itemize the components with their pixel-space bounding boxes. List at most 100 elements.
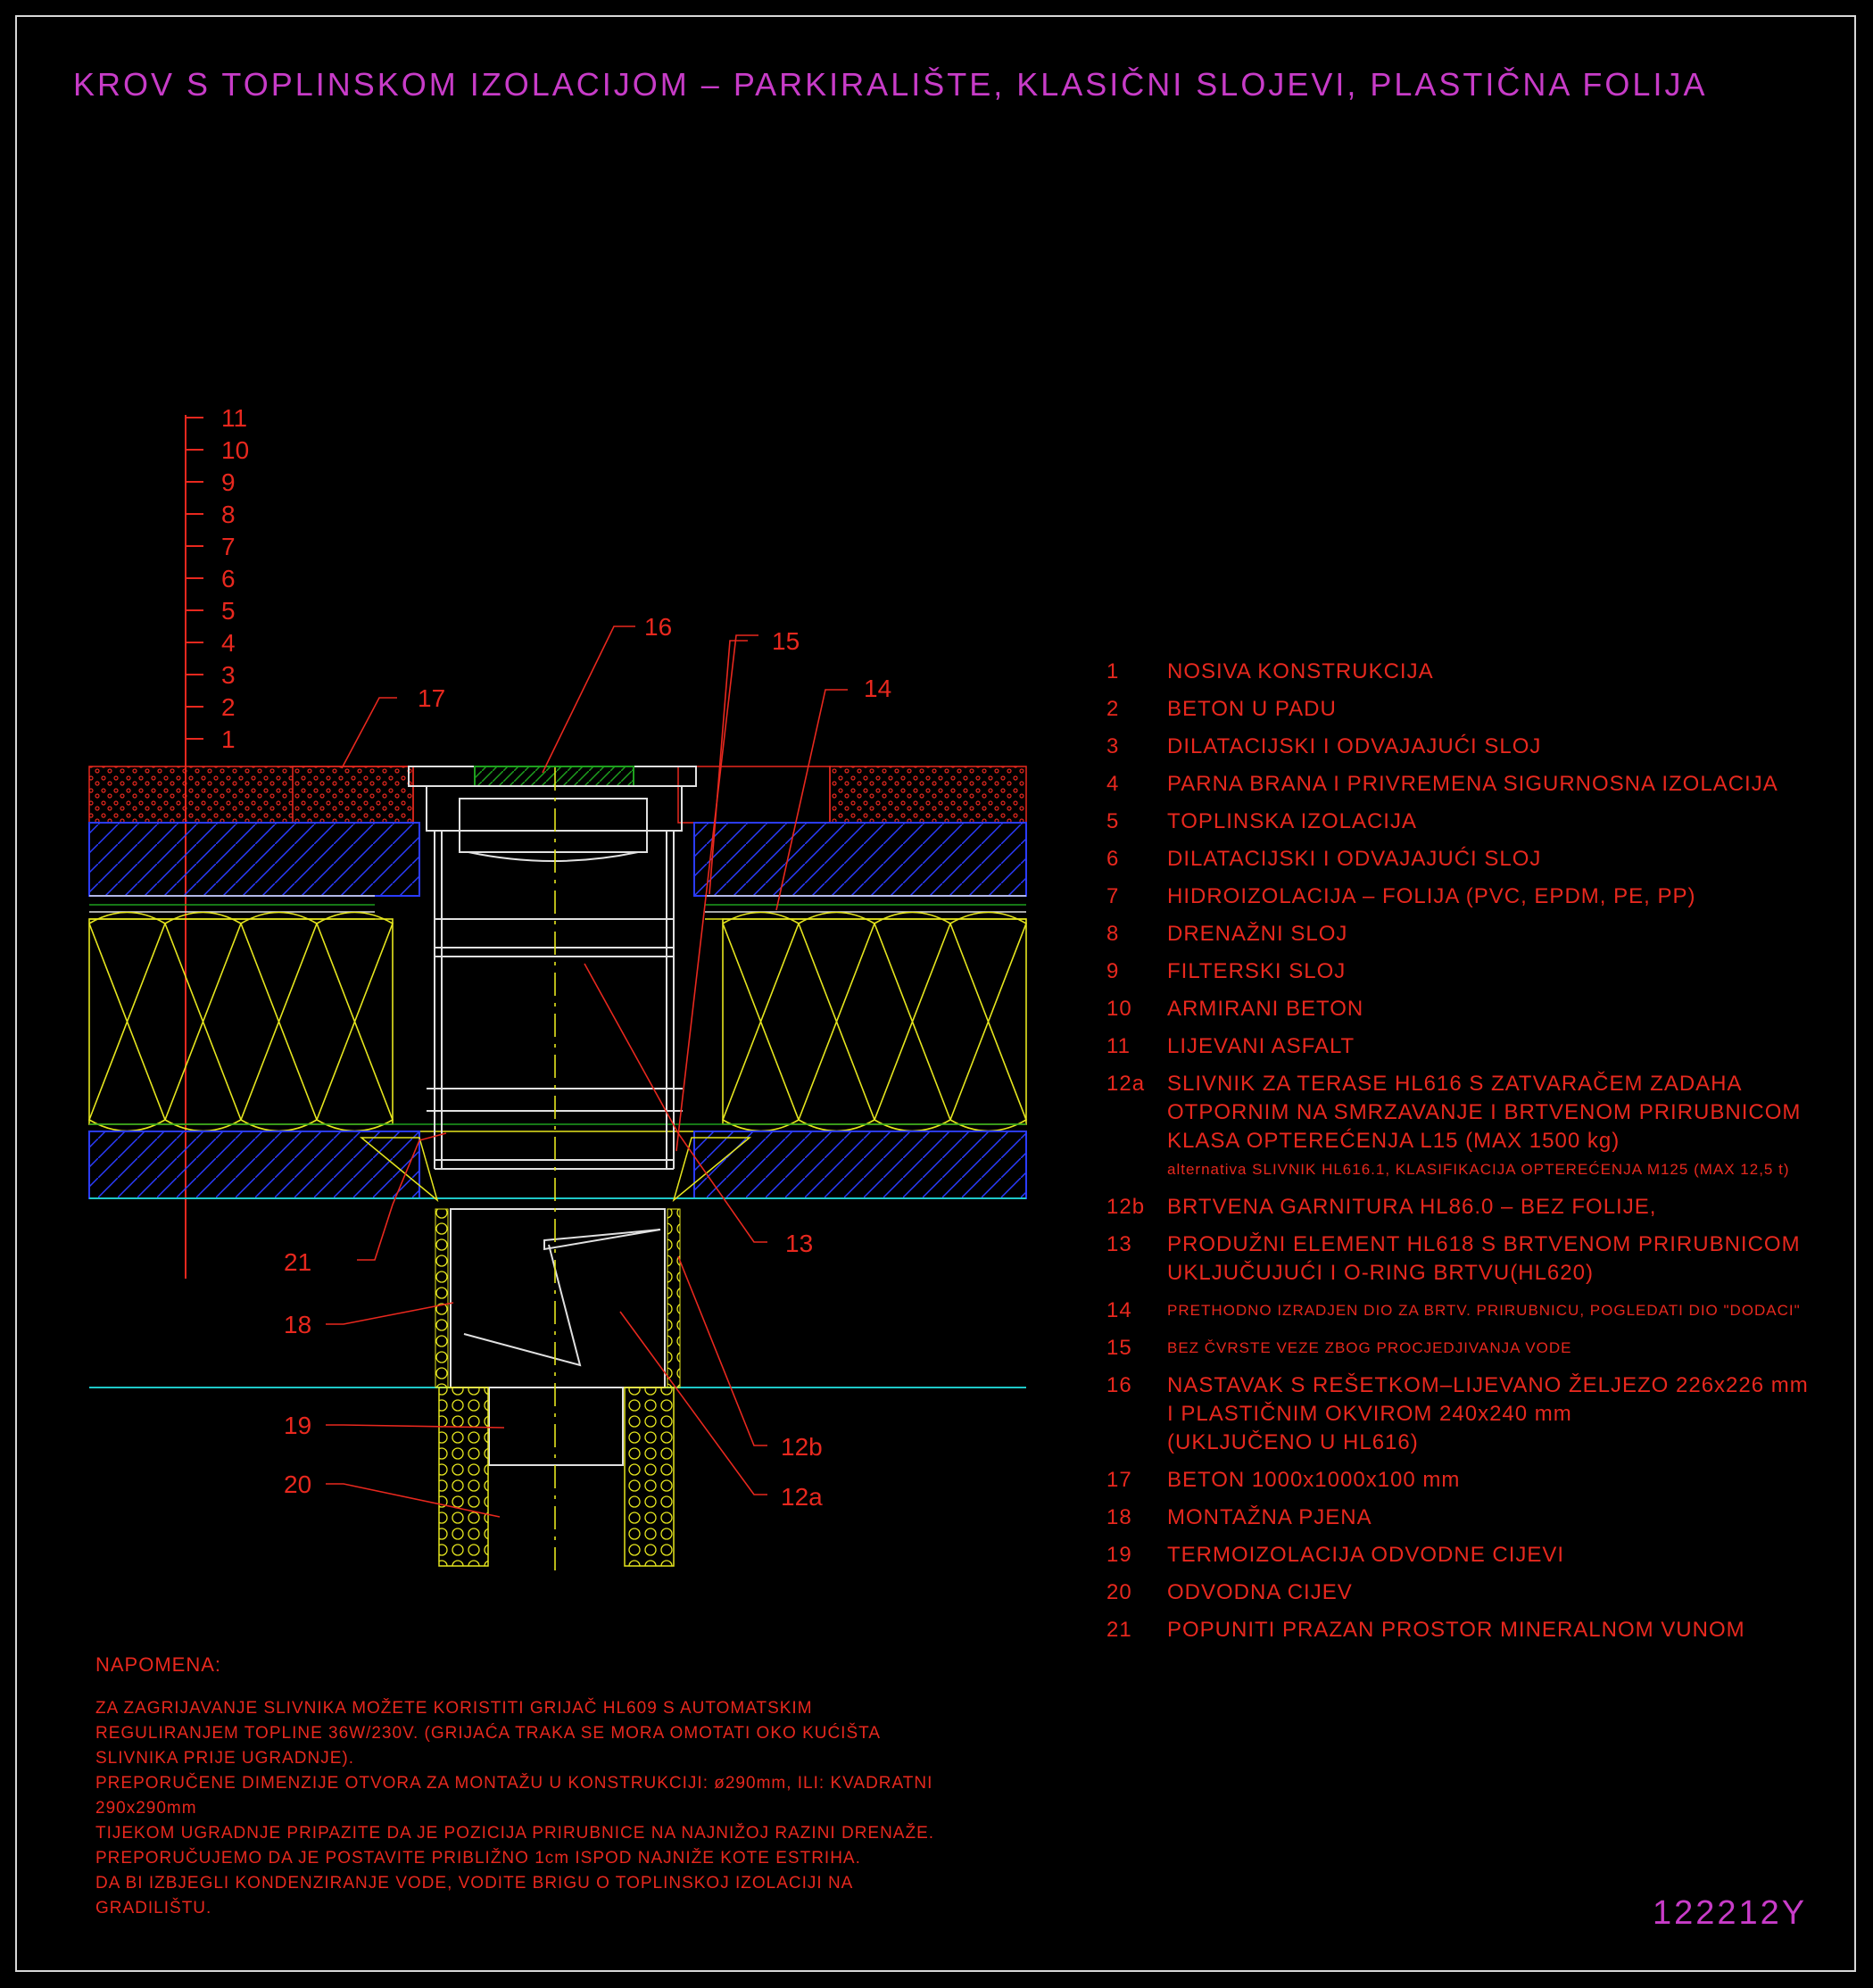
legend-row: 10 ARMIRANI BETON [1106, 996, 1856, 1023]
callout-17: 17 [418, 684, 445, 712]
callout-13: 13 [785, 1230, 813, 1257]
legend-number: 8 [1106, 922, 1120, 946]
legend-text: BEZ ČVRSTE VEZE ZBOG PROCJEDJIVANJA VODE [1167, 1339, 1572, 1356]
scale-label: 1 [221, 725, 236, 753]
legend-row: 16 NASTAVAK S REŠETKOM–LIJEVANO ŽELJEZO 2… [1106, 1372, 1856, 1399]
legend-row: 1 NOSIVA KONSTRUKCIJA [1106, 659, 1856, 685]
callout-12a: 12a [781, 1483, 823, 1511]
insulation-loop [798, 911, 875, 1132]
callout-21: 21 [284, 1248, 311, 1276]
scale-label: 3 [221, 661, 236, 689]
notes-heading: NAPOMENA: [95, 1653, 222, 1676]
slope-concrete [88, 1123, 1027, 1388]
legend-number: 12a [1106, 1072, 1146, 1096]
legend-row: 5 TOPLINSKA IZOLACIJA [1106, 808, 1856, 835]
drawing-code: 122212Y [1653, 1894, 1808, 1932]
note-line: GRADILIŠTU. [95, 1899, 212, 1918]
legend-number: 21 [1106, 1618, 1132, 1642]
scale-label: 8 [221, 501, 236, 528]
legend-number: 6 [1106, 847, 1120, 871]
insulation-loop [722, 911, 800, 1132]
legend-text: TOPLINSKA IZOLACIJA [1167, 809, 1417, 833]
legend-text: KLASA OPTEREĆENJA L15 (MAX 1500 kg) [1167, 1129, 1620, 1153]
note-line: REGULIRANJEM TOPLINE 36W/230V. (GRIJAĆA … [95, 1724, 881, 1743]
notes-block: NAPOMENA: ZA ZAGRIJAVANJE SLIVNIKA MOŽET… [95, 1653, 988, 1921]
legend-text: DRENAŽNI SLOJ [1167, 922, 1348, 946]
legend-row: 12b BRTVENA GARNITURA HL86.0 – BEZ FOLIJE… [1106, 1194, 1856, 1221]
legend-number: 20 [1106, 1580, 1132, 1604]
legend-text: MONTAŽNA PJENA [1167, 1505, 1372, 1529]
note-line: PREPORUČENE DIMENZIJE OTVORA ZA MONTAŽU … [95, 1774, 933, 1793]
note-line: ZA ZAGRIJAVANJE SLIVNIKA MOŽETE KORISTIT… [95, 1699, 813, 1718]
legend-row: 15 BEZ ČVRSTE VEZE ZBOG PROCJEDJIVANJA VO… [1106, 1335, 1856, 1362]
legend-text: LIJEVANI ASFALT [1167, 1034, 1355, 1058]
insulation-loop [874, 911, 951, 1132]
insulation-loop [949, 911, 1027, 1132]
scale-label: 6 [221, 565, 236, 592]
legend-row: 6 DILATACIJSKI I ODVAJAJUĆI SLOJ [1106, 846, 1856, 873]
legend-row: 8 DRENAŽNI SLOJ [1106, 921, 1856, 948]
legend-number: 14 [1106, 1298, 1132, 1322]
callout-15: 15 [772, 627, 800, 655]
legend-text: PRODUŽNI ELEMENT HL618 S BRTVENOM PRIRUB… [1167, 1232, 1801, 1256]
scale-label: 11 [221, 404, 247, 432]
legend-row: 17 BETON 1000x1000x100 mm [1106, 1467, 1856, 1494]
legend-number: 17 [1106, 1468, 1132, 1492]
legend-number: 10 [1106, 997, 1132, 1021]
legend-text: TERMOIZOLACIJA ODVODNE CIJEVI [1167, 1543, 1565, 1567]
legend-row: 18 MONTAŽNA PJENA [1106, 1504, 1856, 1531]
legend-number: 12b [1106, 1195, 1146, 1219]
legend-number: 18 [1106, 1505, 1132, 1529]
insulation-loop [240, 911, 318, 1132]
legend-row: 21 POPUNITI PRAZAN PROSTOR MINERALNOM VUN… [1106, 1617, 1856, 1644]
legend-text: ODVODNA CIJEV [1167, 1580, 1353, 1604]
legend-text: PRETHODNO IZRADJEN DIO ZA BRTV. PRIRUBNI… [1167, 1302, 1801, 1319]
legend-row: 3 DILATACIJSKI I ODVAJAJUĆI SLOJ [1106, 733, 1856, 760]
scale-label: 9 [221, 468, 236, 496]
scale-label: 5 [221, 597, 236, 625]
insulation-loop [164, 911, 242, 1132]
scale-label: 7 [221, 533, 236, 560]
legend-row: OTPORNIM NA SMRZAVANJE I BRTVENOM PRIRUB… [1106, 1099, 1856, 1126]
legend-text: NOSIVA KONSTRUKCIJA [1167, 659, 1434, 683]
legend-text: BETON U PADU [1167, 697, 1337, 721]
reinforced-concrete-layer [88, 822, 1027, 897]
legend-row: 12a SLIVNIK ZA TERASE HL616 S ZATVARAČEM … [1106, 1071, 1856, 1098]
legend-text: SLIVNIK ZA TERASE HL616 S ZATVARAČEM ZAD… [1167, 1072, 1743, 1096]
callout-labels: 16 15 14 17 13 21 18 19 20 12b 12a [284, 613, 891, 1511]
legend-text: (UKLJUČENO U HL616) [1167, 1430, 1419, 1454]
legend-text: UKLJUČUJUĆI I O-RING BRTVU(HL620) [1167, 1261, 1594, 1285]
legend-row: 20 ODVODNA CIJEV [1106, 1579, 1856, 1606]
scale-label: 4 [221, 629, 236, 657]
legend-number: 13 [1106, 1232, 1132, 1256]
scale-label: 2 [221, 693, 236, 721]
legend-row: 11 LIJEVANI ASFALT [1106, 1033, 1856, 1060]
note-line: PREPORUČUJEMO DA JE POSTAVITE PRIBLIŽNO … [95, 1849, 861, 1868]
legend-row: 19 TERMOIZOLACIJA ODVODNE CIJEVI [1106, 1542, 1856, 1569]
note-line: DA BI IZBJEGLI KONDENZIRANJE VODE, VODIT… [95, 1874, 854, 1893]
legend-number: 16 [1106, 1373, 1132, 1397]
legend-row: (UKLJUČENO U HL616) [1106, 1429, 1856, 1456]
legend-text: DILATACIJSKI I ODVAJAJUĆI SLOJ [1167, 847, 1542, 871]
legend-number: 11 [1106, 1034, 1131, 1058]
legend-text: FILTERSKI SLOJ [1167, 959, 1347, 983]
callout-19: 19 [284, 1412, 311, 1439]
legend-number: 19 [1106, 1543, 1132, 1567]
legend-text: BETON 1000x1000x100 mm [1167, 1468, 1461, 1492]
legend-text: DILATACIJSKI I ODVAJAJUĆI SLOJ [1167, 734, 1542, 758]
legend-row: I PLASTIČNIM OKVIROM 240x240 mm [1106, 1401, 1856, 1428]
legend-row: 4 PARNA BRANA I PRIVREMENA SIGURNOSNA IZO… [1106, 771, 1856, 798]
callout-16: 16 [644, 613, 672, 641]
leader-lines [326, 625, 848, 1518]
legend-text: HIDROIZOLACIJA – FOLIJA (PVC, EPDM, PE, … [1167, 884, 1696, 908]
membrane-lines [89, 895, 1026, 920]
callout-18: 18 [284, 1311, 311, 1338]
note-line: SLIVNIKA PRIJE UGRADNJE). [95, 1749, 355, 1768]
scale-label: 10 [221, 436, 249, 464]
legend-number: 3 [1106, 734, 1120, 758]
legend-text: POPUNITI PRAZAN PROSTOR MINERALNOM VUNOM [1167, 1618, 1745, 1642]
legend-row: 9 FILTERSKI SLOJ [1106, 958, 1856, 985]
legend-number: 7 [1106, 884, 1120, 908]
pipe-insulation [438, 1387, 675, 1567]
legend-text: OTPORNIM NA SMRZAVANJE I BRTVENOM PRIRUB… [1167, 1100, 1802, 1124]
